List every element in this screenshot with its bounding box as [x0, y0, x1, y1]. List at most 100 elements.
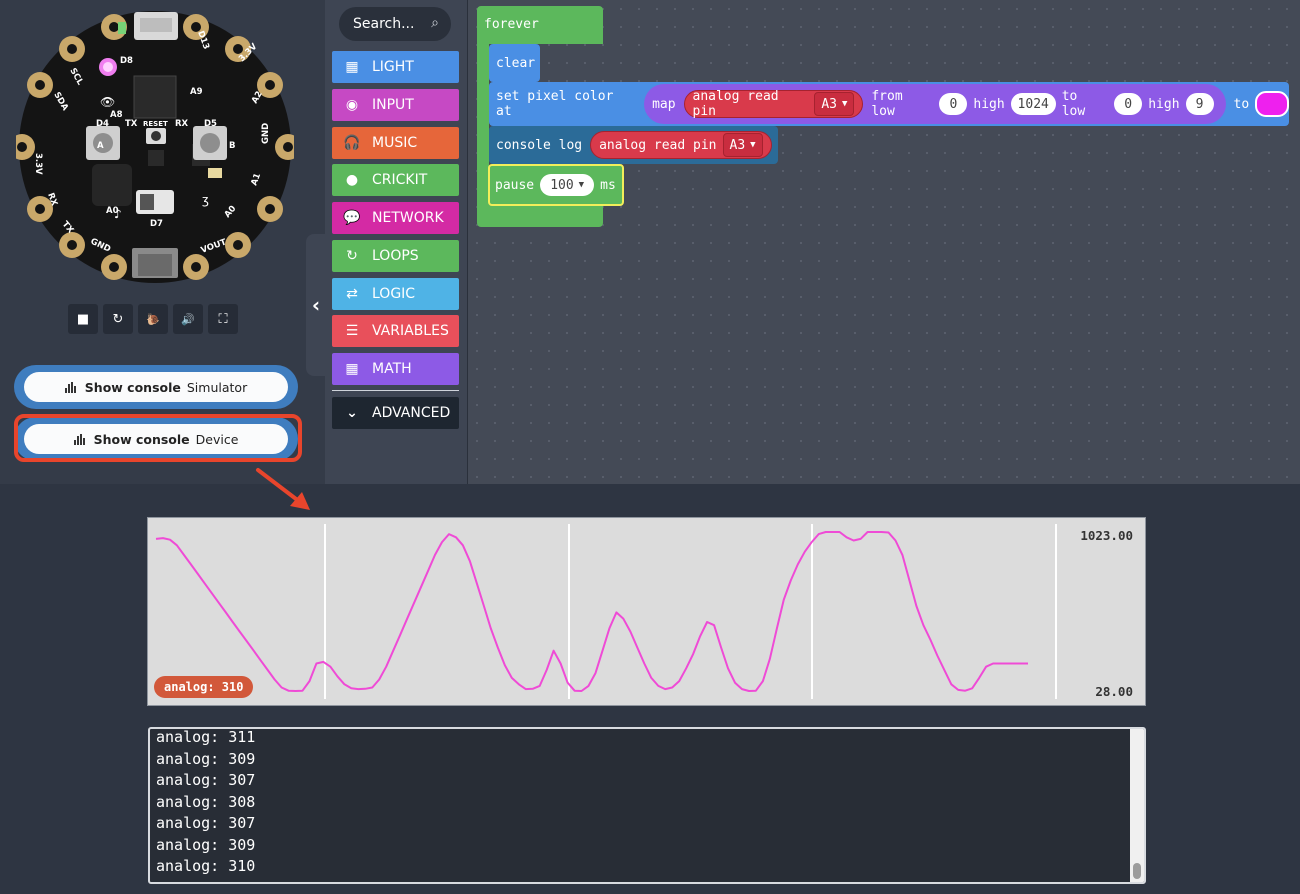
- forever-block[interactable]: forever: [477, 6, 603, 44]
- search-placeholder: Search...: [353, 16, 415, 32]
- log-line: analog: 308: [156, 792, 256, 811]
- highlight-box: [14, 414, 302, 462]
- console-log-output[interactable]: analog: 311 analog: 309 analog: 307 analog:…: [148, 727, 1146, 884]
- label-a9: A9: [190, 87, 203, 97]
- analog-read-reporter[interactable]: analog read pin A3 ▼: [590, 131, 772, 159]
- label-rx: RX: [175, 119, 189, 129]
- label-tx: TX: [125, 119, 138, 129]
- chat-icon: 💬: [343, 210, 361, 226]
- log-line: analog: 307: [156, 771, 256, 789]
- category-label: MATH: [372, 361, 412, 377]
- pin-value: A3: [821, 96, 837, 112]
- analog-read-label: analog read pin: [599, 137, 717, 153]
- map-reporter[interactable]: map analog read pin A3 ▼ from low 0 high…: [644, 84, 1226, 124]
- category-advanced[interactable]: ⌄ ADVANCED: [332, 397, 459, 429]
- calculator-icon: ▦: [345, 361, 359, 377]
- console-log-block[interactable]: console log analog read pin A3 ▼: [489, 126, 778, 164]
- category-loops[interactable]: ↻ LOOPS: [332, 239, 459, 272]
- from-high-field[interactable]: 1024: [1010, 93, 1056, 115]
- category-network[interactable]: 💬 NETWORK: [332, 202, 459, 234]
- slow-mo-icon: 🐌: [146, 312, 160, 326]
- current-value-badge: analog: 310: [154, 676, 254, 698]
- forever-label: forever: [484, 17, 539, 32]
- clear-block[interactable]: clear: [489, 44, 540, 82]
- ear-icon: ʒ: [202, 193, 209, 207]
- console-log-label: console log: [496, 137, 583, 153]
- log-scrollbar[interactable]: [1130, 729, 1144, 882]
- log-line: analog: 309: [156, 749, 256, 768]
- pause-block[interactable]: pause 100 ▼ ms: [488, 164, 624, 206]
- fullscreen-icon: ⛶: [218, 311, 228, 327]
- y-min-label: 28.00: [1095, 684, 1133, 699]
- pin-dropdown[interactable]: A3 ▼: [814, 92, 855, 116]
- from-low-field[interactable]: 0: [939, 93, 968, 115]
- to-low-field[interactable]: 0: [1114, 93, 1143, 115]
- category-label: ADVANCED: [372, 405, 451, 421]
- category-label: LIGHT: [372, 59, 414, 75]
- high-label: high: [1148, 96, 1180, 112]
- label-reset: RESET: [143, 120, 168, 128]
- simulator-toolbar: ■ ↻ 🐌 🔊 ⛶: [68, 304, 238, 334]
- bar-chart-icon: [64, 381, 76, 393]
- stop-button[interactable]: ■: [68, 304, 98, 334]
- log-scrollbar-thumb[interactable]: [1133, 863, 1141, 879]
- eye-icon: 👁: [100, 95, 115, 109]
- to-high-field[interactable]: 9: [1185, 93, 1214, 115]
- pin-value: A3: [729, 137, 746, 153]
- circuit-playground-board[interactable]: D13 D8 A9 A8 D4 D5 TX RX RESET D7 A0 VOU…: [16, 8, 294, 286]
- category-label: LOGIC: [372, 285, 416, 302]
- restart-button[interactable]: ↻: [103, 304, 133, 334]
- pin-dropdown[interactable]: A3 ▼: [722, 133, 763, 157]
- label-3v3: 3.3V: [33, 153, 43, 175]
- chevron-left-icon: ‹: [311, 293, 321, 317]
- high-label: high: [973, 96, 1005, 112]
- category-logic[interactable]: ⇄ LOGIC: [332, 277, 459, 310]
- from-low-label: from low: [871, 89, 903, 119]
- category-crickit[interactable]: ● CRICKIT: [332, 164, 459, 197]
- target-icon: ◉: [345, 96, 359, 113]
- toolbox-divider: [332, 390, 459, 391]
- category-input[interactable]: ◉ INPUT: [332, 88, 459, 121]
- label-d4: D4: [96, 119, 109, 129]
- pause-dropdown[interactable]: 100 ▼: [540, 174, 595, 196]
- category-music[interactable]: 🎧 MUSIC: [332, 126, 459, 159]
- mute-icon: 🔊: [181, 312, 195, 326]
- simulator-panel: D13 D8 A9 A8 D4 D5 TX RX RESET D7 A0 VOU…: [0, 0, 325, 484]
- search-input[interactable]: Search... ⌕: [339, 7, 451, 41]
- note-icon: ♪: [114, 207, 122, 221]
- show-console-label: Show console: [84, 379, 181, 395]
- search-icon: ⌕: [431, 15, 439, 31]
- collapse-simulator-button[interactable]: ‹: [306, 234, 326, 376]
- mute-button[interactable]: 🔊: [173, 304, 203, 334]
- log-line: analog: 309: [156, 835, 256, 854]
- analog-read-reporter[interactable]: analog read pin A3 ▼: [683, 89, 864, 119]
- label-d5: D5: [204, 119, 217, 129]
- caret-down-icon: ▼: [842, 99, 848, 109]
- category-variables[interactable]: ☰ VARIABLES: [332, 315, 459, 348]
- log-line: analog: 307: [156, 814, 256, 832]
- category-math[interactable]: ▦ MATH: [332, 353, 459, 385]
- category-label: CRICKIT: [372, 172, 428, 189]
- fullscreen-button[interactable]: ⛶: [208, 304, 238, 334]
- color-picker[interactable]: [1255, 91, 1289, 117]
- log-line: analog: 310: [156, 857, 256, 875]
- set-pixel-color-block[interactable]: set pixel color at map analog read pin A…: [489, 82, 1289, 126]
- blocks-workspace[interactable]: forever clear set pixel color at map ana…: [467, 0, 1300, 484]
- show-console-simulator-button[interactable]: Show console Simulator: [24, 372, 288, 402]
- slow-mo-button[interactable]: 🐌: [138, 304, 168, 334]
- log-lines: analog: 311 analog: 309 analog: 307 analog:…: [156, 728, 256, 878]
- log-line: analog: 311: [156, 728, 256, 746]
- label-d8: D8: [120, 56, 133, 66]
- category-light[interactable]: ▦ LIGHT: [332, 51, 459, 83]
- shuffle-icon: ⇄: [346, 285, 358, 302]
- chevron-down-icon: ⌄: [346, 405, 358, 421]
- label-a8: A8: [110, 110, 123, 120]
- circle-icon: ●: [345, 172, 359, 189]
- restart-icon: ↻: [112, 311, 124, 327]
- category-label: NETWORK: [372, 210, 444, 226]
- to-label: to: [1233, 96, 1250, 112]
- forever-block-foot: [477, 205, 603, 227]
- caret-down-icon: ▼: [578, 180, 585, 190]
- console-target-label: Simulator: [186, 379, 248, 395]
- y-max-label: 1023.00: [1080, 528, 1133, 543]
